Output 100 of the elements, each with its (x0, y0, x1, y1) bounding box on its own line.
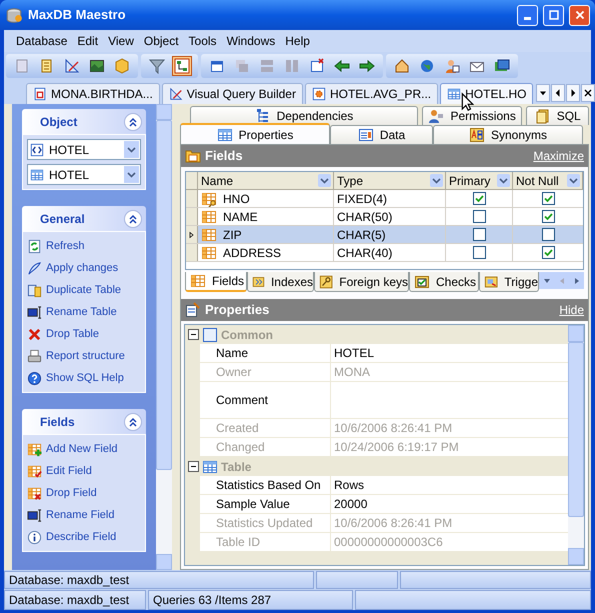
checkmark-icon (544, 248, 552, 257)
column-header[interactable]: Primary (446, 172, 513, 189)
sub-tab[interactable]: Indexes (247, 272, 314, 292)
editor-tab[interactable]: Properties (180, 123, 330, 144)
diagram-button[interactable] (172, 56, 192, 76)
property-name: Table ID (200, 533, 331, 551)
property-value[interactable]: Rows (331, 476, 568, 494)
checkbox[interactable] (542, 228, 554, 241)
menu-item[interactable]: Tools (184, 32, 221, 50)
property-name: Changed (200, 438, 331, 456)
task-link[interactable]: Apply changes (27, 259, 141, 277)
document-tab[interactable]: HOTEL.HO (440, 83, 534, 104)
menu-item[interactable]: Object (140, 32, 183, 50)
task-link[interactable]: Refresh (27, 237, 141, 255)
scrollbar[interactable] (568, 325, 584, 565)
task-link[interactable]: Rename Field (27, 506, 141, 524)
field-name: NAME (223, 208, 258, 226)
table-icon (30, 168, 44, 182)
status-text: Database: maxdb_test (9, 572, 130, 589)
sub-tab[interactable]: Foreign keys (314, 272, 409, 292)
gear-icon (312, 87, 326, 101)
collapse-button[interactable] (124, 210, 142, 228)
section-link[interactable]: Hide (559, 301, 584, 319)
grid-row[interactable]: HNO FIXED(4) (186, 190, 583, 208)
checkbox[interactable] (472, 228, 486, 241)
sub-tab[interactable]: Trigge (479, 272, 539, 292)
grid-row[interactable]: ZIP CHAR(5) (186, 226, 583, 244)
task-link[interactable]: Rename Table (27, 303, 141, 321)
checkbox[interactable] (472, 210, 486, 223)
chevron-up-icon (128, 214, 138, 224)
chevron-down-icon (127, 146, 136, 152)
right-arrow-button[interactable] (566, 84, 580, 102)
task-link[interactable]: Add New Field (27, 440, 141, 458)
object-dropdown[interactable]: HOTEL (27, 139, 141, 160)
task-link[interactable]: Show SQL Help (27, 369, 141, 387)
maximize-button[interactable] (543, 4, 564, 26)
scrollbar[interactable] (156, 104, 172, 570)
checkbox[interactable] (472, 192, 486, 205)
task-link[interactable]: Drop Field (27, 484, 141, 502)
task-link[interactable]: Drop Table (27, 325, 141, 343)
menu-item[interactable]: Database (12, 32, 72, 50)
menu-item[interactable]: Windows (222, 32, 280, 50)
right-arrow-icon (572, 276, 580, 284)
document-tab[interactable]: HOTEL.AVG_PR... (304, 83, 438, 104)
task-link[interactable]: Report structure (27, 347, 141, 365)
editor-tab[interactable]: Dependencies (190, 106, 418, 125)
editor-tab[interactable]: Data (330, 125, 433, 144)
folder-icon (185, 148, 201, 164)
filter-icon (149, 58, 165, 74)
editor-tab[interactable]: Permissions (422, 106, 522, 125)
panel-title: Object (40, 114, 78, 130)
tile-vertical-icon (284, 58, 300, 74)
sub-tab[interactable]: Fields (185, 272, 247, 292)
letters-icon (468, 127, 485, 143)
checkbox[interactable] (542, 192, 554, 205)
menu-item[interactable]: Edit (73, 32, 102, 50)
close-button[interactable] (581, 84, 595, 102)
status-text: Queries 63 /Items 287 (153, 592, 272, 609)
task-link[interactable]: Edit Field (27, 462, 141, 480)
minimize-button[interactable] (517, 4, 538, 26)
picture-icon (89, 58, 105, 74)
dropdown-value: HOTEL (49, 166, 90, 184)
dropdown-arrow-button[interactable] (536, 84, 550, 102)
menu-item[interactable]: Help (281, 32, 314, 50)
checkmark-icon (474, 194, 484, 203)
sub-tab[interactable]: Checks (409, 272, 479, 292)
menu-item[interactable]: View (104, 32, 138, 50)
chevron-down-icon (127, 172, 136, 178)
left-arrow-button[interactable] (551, 84, 566, 102)
property-value[interactable]: 20000 (331, 495, 568, 513)
document-tab[interactable]: Visual Query Builder (162, 83, 303, 104)
user-icon (444, 58, 460, 74)
editor-tab[interactable]: SQL (526, 106, 589, 125)
row-indicator[interactable] (186, 226, 198, 243)
section-title: Properties (205, 301, 270, 320)
chevron-up-icon (128, 416, 138, 426)
field-name: ZIP (223, 226, 242, 244)
column-header[interactable]: Type (334, 172, 446, 189)
checkbox[interactable] (472, 246, 486, 259)
task-link[interactable]: Describe Field (27, 528, 141, 546)
collapse-button[interactable] (124, 112, 142, 130)
expand-toggle[interactable] (188, 329, 199, 340)
document-tab[interactable]: MONA.BIRTHDA... (26, 83, 160, 104)
property-value[interactable]: HOTEL (331, 344, 568, 362)
section-link[interactable]: Maximize (533, 147, 584, 165)
editor-tab[interactable]: Synonyms (433, 125, 583, 144)
checkbox[interactable] (542, 246, 554, 259)
add-field-icon (27, 442, 42, 456)
task-link[interactable]: Duplicate Table (27, 281, 141, 299)
field-type: CHAR(40) (334, 244, 446, 261)
collapse-button[interactable] (124, 412, 142, 430)
column-header[interactable]: Name (198, 172, 334, 189)
object-dropdown[interactable]: HOTEL (27, 164, 141, 185)
minus-icon (190, 331, 197, 338)
diagram-icon (174, 58, 190, 74)
checkbox[interactable] (542, 210, 554, 223)
data-grid-icon (358, 127, 374, 143)
expand-toggle[interactable] (188, 461, 199, 472)
column-header[interactable]: Not Null (513, 172, 583, 189)
grid-row[interactable]: ADDRESS CHAR(40) (186, 244, 583, 262)
